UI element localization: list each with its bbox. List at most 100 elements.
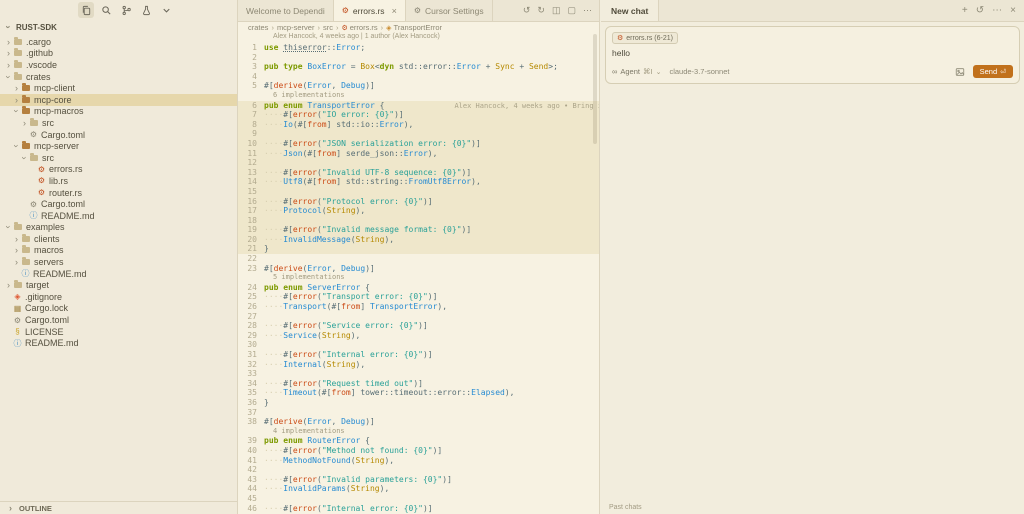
chat-title: New chat [611, 5, 649, 16]
tree-folder-macros[interactable]: › macros [0, 245, 237, 257]
outline-section[interactable]: › OUTLINE [0, 501, 237, 514]
more-icon[interactable]: ⋯ [992, 5, 1002, 16]
close-panel-icon[interactable]: × [1010, 5, 1016, 16]
send-button[interactable]: Send ⏎ [972, 65, 1013, 78]
chevron-icon: › [3, 75, 14, 79]
past-chats-label[interactable]: Past chats [601, 504, 1024, 514]
code-line-content: ····Timeout(#[from] tower::timeout::erro… [264, 388, 515, 398]
tree-folder-crates[interactable]: › crates [0, 71, 237, 83]
close-icon[interactable]: × [392, 6, 397, 16]
breadcrumb-item-crates[interactable]: crates [248, 23, 268, 32]
tab-errors-rs[interactable]: ⚙ errors.rs × [333, 0, 406, 21]
tree-file-cargo-toml[interactable]: ›⚙Cargo.toml [0, 314, 237, 326]
codelens-implementations[interactable]: 4 implementations [238, 427, 599, 437]
history-icon[interactable]: ↺ [976, 5, 984, 16]
new-chat-icon[interactable]: + [962, 5, 968, 16]
model-selector[interactable]: claude-3.7-sonnet [669, 67, 729, 76]
tree-folder-mcp-server[interactable]: › mcp-server [0, 140, 237, 152]
tree-file-router-rs[interactable]: ›⚙router.rs [0, 187, 237, 199]
breadcrumb-label: errors.rs [349, 23, 378, 32]
line-number: 15 [247, 186, 257, 196]
breadcrumb-item-mcp-server[interactable]: mcp-server [277, 23, 315, 32]
more-actions-icon[interactable]: ⋯ [583, 5, 592, 16]
tree-folder-src[interactable]: › src [0, 152, 237, 164]
files-icon[interactable] [78, 2, 94, 18]
mode-selector[interactable]: ∞ Agent ⌘I ⌄ [612, 67, 661, 76]
code-line-18: 18 [238, 215, 599, 226]
editor-pane: Welcome to Dependi ⚙ errors.rs × ⚙ Cursor Set… [238, 0, 600, 514]
folder-icon [14, 59, 22, 68]
chat-input-box[interactable]: ⚙ errors.rs (6-21) hello ∞ Agent ⌘I ⌄ cl… [605, 26, 1020, 84]
tree-file-lib-rs[interactable]: ›⚙lib.rs [0, 175, 237, 187]
project-header[interactable]: › RUST-SDK [0, 20, 237, 34]
tree-folder-cargo[interactable]: › .cargo [0, 36, 237, 48]
tree-file-cargo-toml[interactable]: ›⚙Cargo.toml [0, 198, 237, 210]
tab-bar: Welcome to Dependi ⚙ errors.rs × ⚙ Cursor Set… [238, 0, 599, 22]
tree-item-label: errors.rs [49, 164, 83, 175]
code-line-36: 36} [238, 398, 599, 408]
code-line-content: pub enum ServerError { [264, 282, 370, 292]
tree-folder-servers[interactable]: › servers [0, 256, 237, 268]
chevron-down-icon[interactable] [158, 2, 174, 18]
nav-forward-icon[interactable]: ↻ [537, 5, 545, 16]
breadcrumb-item-src[interactable]: src [323, 23, 333, 32]
tree-file-gitignore[interactable]: ›◈.gitignore [0, 291, 237, 303]
source-control-icon[interactable] [118, 2, 134, 18]
layout-icon[interactable]: ▢ [567, 5, 576, 16]
tree-file-readme-md[interactable]: ›ⓘREADME.md [0, 337, 237, 349]
tree-folder-mcp-macros[interactable]: › mcp-macros [0, 106, 237, 118]
codelens-implementations[interactable]: 6 implementations [238, 91, 599, 101]
tree-item-label: README.md [25, 338, 79, 349]
tab-label: Cursor Settings [425, 5, 484, 16]
code-line-content: ····Io(#[from] std::io::Error), [264, 119, 414, 129]
tree-folder-target[interactable]: › target [0, 279, 237, 291]
tab-cursor-settings[interactable]: ⚙ Cursor Settings [406, 0, 493, 21]
tree-folder-mcp-core[interactable]: › mcp-core [0, 93, 237, 106]
folder-icon [30, 117, 38, 126]
tree-folder-examples[interactable]: › examples [0, 222, 237, 234]
code-line-content: ····#[error("Transport error: {0}")] [264, 292, 438, 302]
toml-file-icon: ⚙ [29, 199, 38, 209]
line-number: 19 [247, 225, 257, 235]
context-pill[interactable]: ⚙ errors.rs (6-21) [612, 32, 678, 44]
tree-file-license[interactable]: ›§LICENSE [0, 326, 237, 338]
code-line-10: 10 ····#[error("JSON serialization error:… [238, 138, 599, 149]
code-area[interactable]: 1 use thiserror::Error; 2 3 pub type BoxErro… [238, 43, 599, 514]
nav-back-icon[interactable]: ↺ [523, 5, 531, 16]
tree-file-errors-rs[interactable]: ›⚙errors.rs [0, 164, 237, 176]
chevron-down-icon: ⌄ [655, 68, 662, 76]
send-label: Send [979, 67, 998, 76]
tab-welcome-to-dependi[interactable]: Welcome to Dependi [238, 0, 334, 21]
breadcrumb-item-errors-rs[interactable]: ⚙ errors.rs [341, 23, 377, 32]
tree-folder-src[interactable]: › src [0, 117, 237, 129]
code-line-4: 4 [238, 72, 599, 82]
split-editor-icon[interactable]: ◫ [552, 5, 561, 16]
line-number: 3 [252, 62, 257, 72]
editor-scrollbar[interactable] [593, 34, 597, 144]
search-icon[interactable] [98, 2, 114, 18]
code-line-40: 40 ····#[error("Method not found: {0}")] [238, 446, 599, 456]
md-file-icon: ⓘ [21, 269, 30, 279]
folder-icon [30, 152, 38, 161]
tree-file-cargo-lock[interactable]: ›▦Cargo.lock [0, 303, 237, 315]
image-icon[interactable] [955, 67, 965, 77]
code-line-content: pub type BoxError = Box<dyn std::error::… [264, 62, 558, 72]
code-line-44: 44 ····InvalidParams(String), [238, 484, 599, 494]
tree-folder-github[interactable]: › .github [0, 48, 237, 60]
breadcrumb-item-transporterror[interactable]: ◈ TransportError [386, 23, 442, 32]
breadcrumb: crates › mcp-server › src › ⚙ errors.rs › ◈ Transp… [238, 22, 599, 33]
tab-label: Welcome to Dependi [246, 5, 325, 16]
tree-folder-vscode[interactable]: › .vscode [0, 59, 237, 71]
flask-icon[interactable] [138, 2, 154, 18]
codelens-implementations[interactable]: 5 implementations [238, 273, 599, 283]
tree-file-readme-md[interactable]: ›ⓘREADME.md [0, 268, 237, 280]
tree-file-readme-md[interactable]: ›ⓘREADME.md [0, 210, 237, 222]
tree-folder-clients[interactable]: › clients [0, 233, 237, 245]
tree-folder-mcp-client[interactable]: › mcp-client [0, 82, 237, 94]
tree-file-cargo-toml[interactable]: ›⚙Cargo.toml [0, 129, 237, 141]
chat-tab[interactable]: New chat [601, 0, 660, 21]
code-line-content: ····Json(#[from] serde_json::Error), [264, 148, 438, 158]
package-folder-icon [22, 94, 30, 103]
toml-file-icon: ⚙ [13, 315, 22, 325]
line-number: 39 [247, 436, 257, 446]
